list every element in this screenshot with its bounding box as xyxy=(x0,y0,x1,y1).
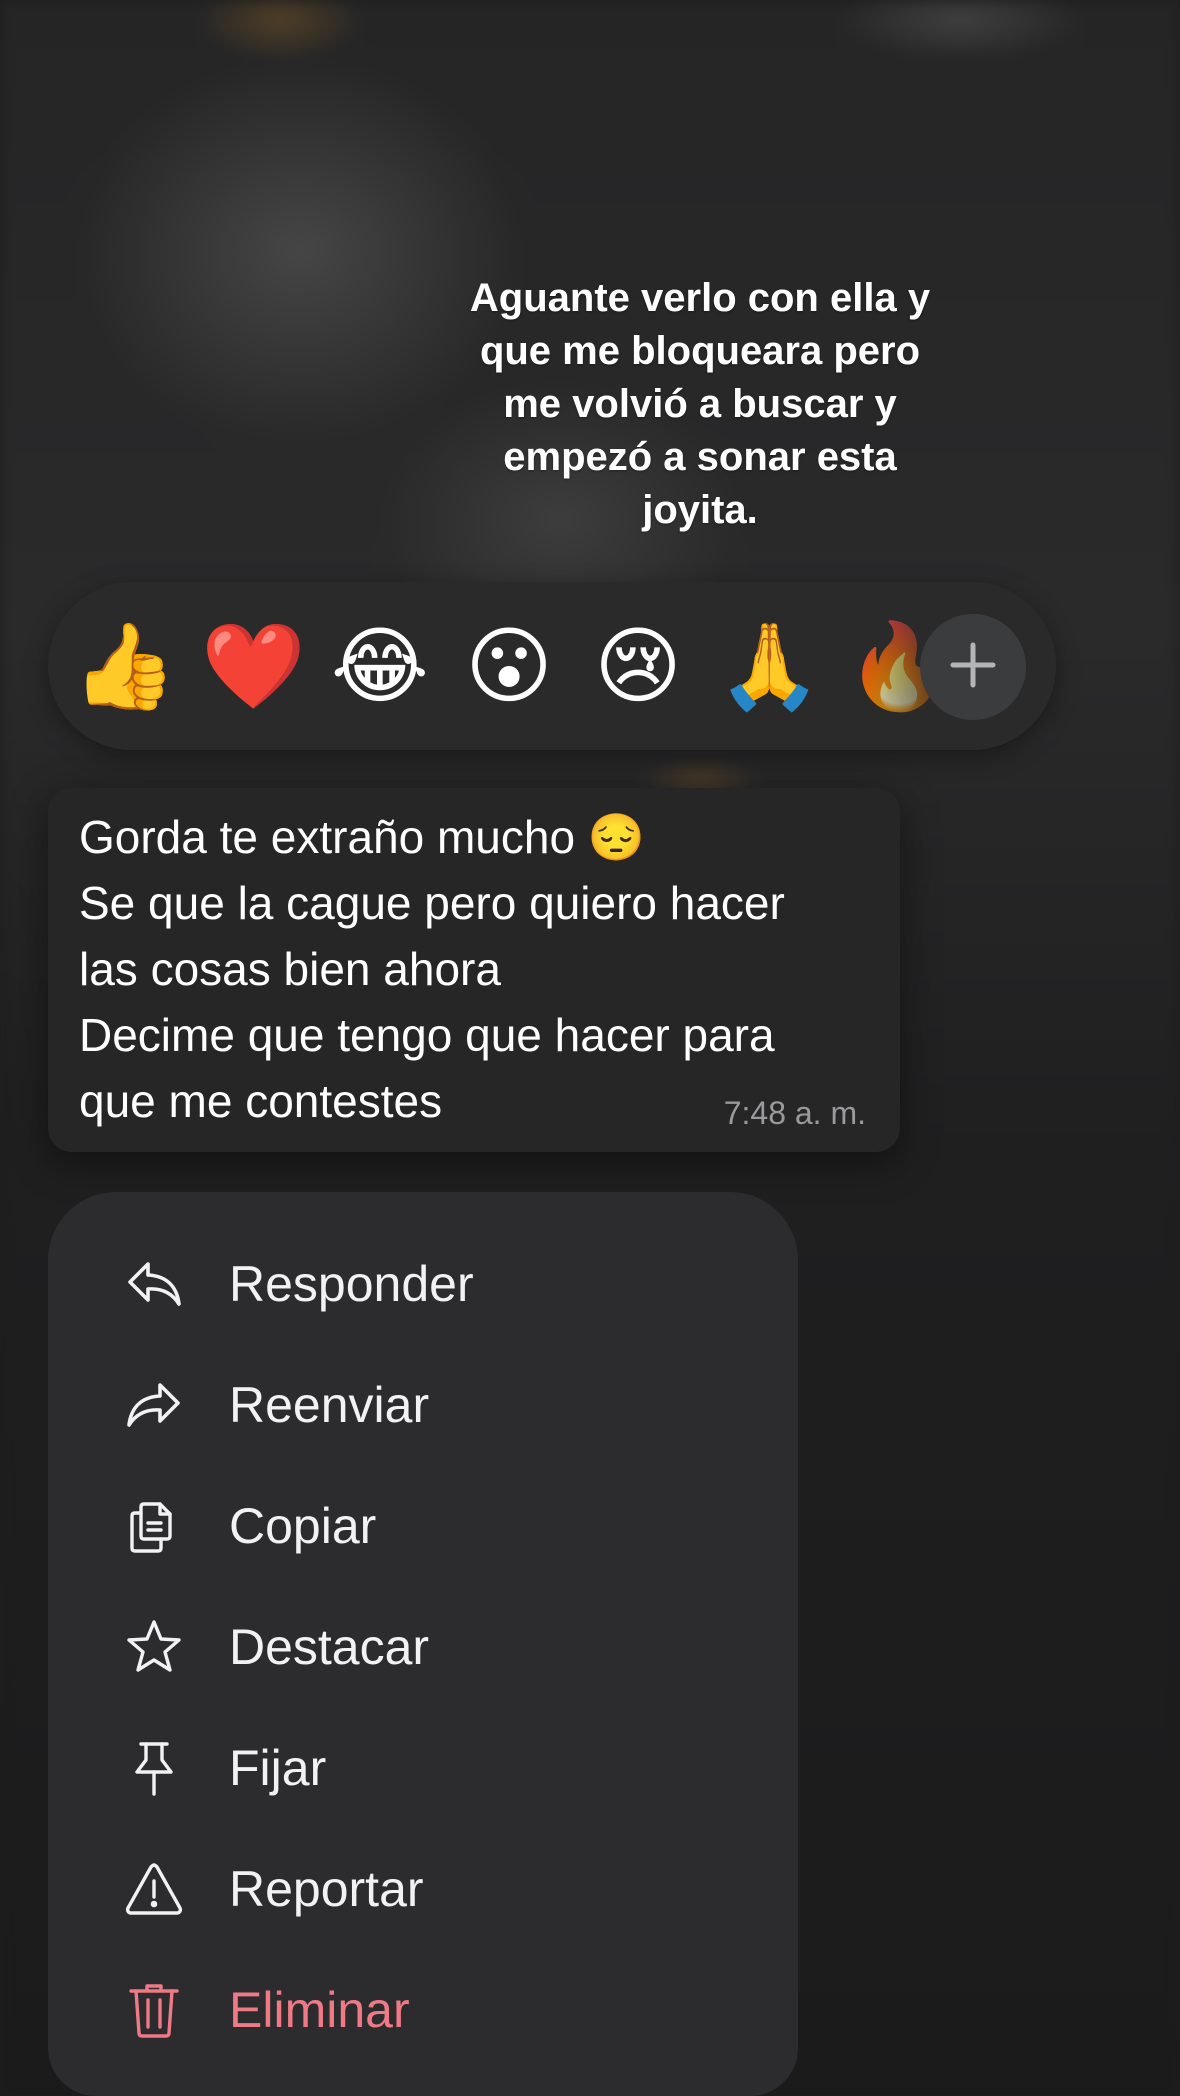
reaction-surprised[interactable]: 😮 xyxy=(459,616,559,716)
menu-label-copy: Copiar xyxy=(229,1498,377,1554)
menu-label-delete: Eliminar xyxy=(229,1982,410,2038)
reaction-praying-hands[interactable]: 🙏 xyxy=(717,616,822,716)
reaction-crying[interactable]: 😢 xyxy=(588,616,688,716)
overlay-caption: Aguante verlo con ella y que me bloquear… xyxy=(469,276,931,532)
message-timestamp: 7:48 a. m. xyxy=(723,1095,866,1131)
menu-label-star: Destacar xyxy=(229,1619,430,1675)
menu-item-star[interactable]: Destacar xyxy=(48,1592,798,1702)
menu-item-pin[interactable]: Fijar xyxy=(48,1713,798,1823)
message-bubble[interactable]: Gorda te extraño mucho 😔 Se que la cague… xyxy=(48,788,900,1152)
reaction-tears-of-joy[interactable]: 😂 xyxy=(330,616,430,716)
menu-label-pin: Fijar xyxy=(229,1740,327,1796)
menu-item-forward[interactable]: Reenviar xyxy=(48,1350,798,1460)
menu-item-reply[interactable]: Responder xyxy=(48,1229,798,1339)
context-menu: Responder Reenviar Copiar Destacar Fijar… xyxy=(48,1192,798,2096)
pin-icon xyxy=(124,1738,184,1798)
add-reaction-button[interactable] xyxy=(920,614,1026,720)
menu-label-reply: Responder xyxy=(229,1256,474,1312)
reaction-heart[interactable]: ❤️ xyxy=(201,616,306,716)
menu-label-report: Reportar xyxy=(229,1861,424,1917)
reply-icon xyxy=(124,1254,184,1314)
copy-icon xyxy=(124,1496,184,1556)
trash-icon xyxy=(124,1980,184,2040)
message-text: Gorda te extraño mucho 😔 Se que la cague… xyxy=(79,811,785,1127)
menu-item-copy[interactable]: Copiar xyxy=(48,1471,798,1581)
reaction-thumbs-up[interactable]: 👍 xyxy=(72,616,177,716)
menu-item-delete[interactable]: Eliminar xyxy=(48,1955,798,2065)
forward-icon xyxy=(124,1375,184,1435)
plus-icon xyxy=(947,639,999,695)
reaction-bar: 👍 ❤️ 😂 😮 😢 🙏 🔥 xyxy=(48,582,1056,750)
menu-item-report[interactable]: Reportar xyxy=(48,1834,798,1944)
warning-icon xyxy=(124,1859,184,1919)
star-icon xyxy=(124,1617,184,1677)
menu-label-forward: Reenviar xyxy=(229,1377,430,1433)
